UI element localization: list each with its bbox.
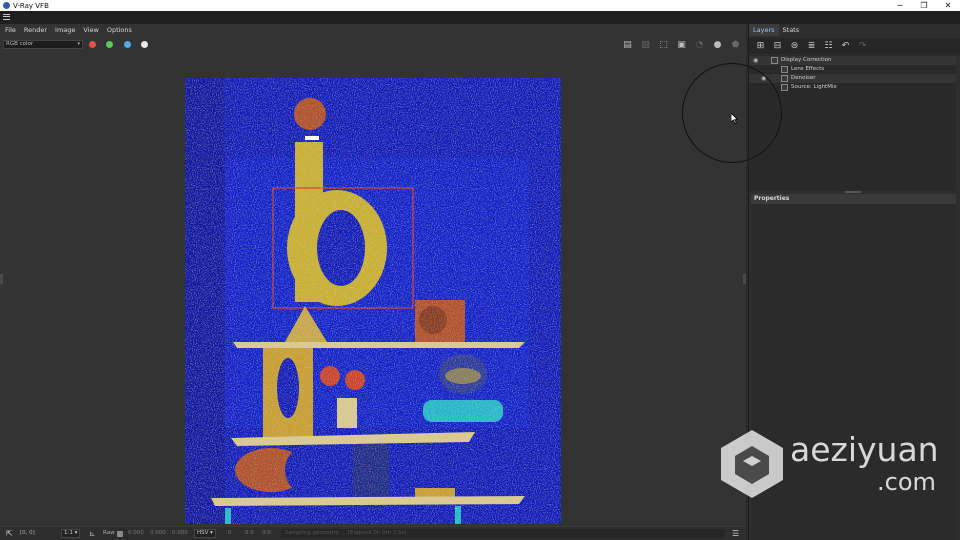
graph-icon[interactable]: ⊾ [89, 529, 96, 538]
color-space-select[interactable]: HSV ▾ [194, 529, 216, 538]
zoom-value: 1:1 [64, 530, 73, 536]
pixel-coords: [0, 0] [20, 530, 35, 536]
close-button[interactable]: ✕ [936, 0, 960, 11]
list-icon[interactable]: ☷ [822, 41, 835, 51]
mode-label: Raw [103, 530, 115, 536]
hamburger-menu-icon[interactable] [3, 14, 10, 20]
raw-r: 0.000 [128, 530, 144, 536]
teapot-icon[interactable]: ◔ [693, 38, 706, 51]
status-bar: ⇱ [0, 0] 1:1 ▾ ⊾ Raw 0.000 0.000 0.000 H… [0, 526, 746, 540]
menu-image[interactable]: Image [50, 26, 78, 34]
hsv-v: 0.0 [262, 530, 271, 536]
layer-checkbox[interactable] [781, 84, 788, 91]
undo-icon[interactable]: ↶ [839, 41, 852, 51]
mono-channel-toggle[interactable] [141, 41, 148, 48]
properties-header: Properties [751, 194, 956, 204]
raw-b: 0.000 [172, 530, 188, 536]
render-tools: ▤ ▨ ⬚ ▣ ◔ ● ⬟ [621, 38, 742, 51]
stack-icon[interactable]: ≣ [805, 41, 818, 51]
stop-icon[interactable]: ⬟ [729, 38, 742, 51]
title-bar: V-Ray VFB ─ ❐ ✕ [0, 0, 960, 11]
chevron-down-icon: ▾ [77, 41, 80, 47]
tab-stats[interactable]: Stats [779, 24, 804, 36]
layer-label: Lens Effects [791, 66, 825, 72]
left-edge-handle[interactable] [0, 274, 3, 284]
watermark-text: aeziyuan [790, 430, 939, 469]
vray-app-icon [3, 2, 10, 9]
hsv-h: 0 [228, 530, 232, 536]
add-layer-icon[interactable]: ⊞ [754, 41, 767, 51]
hsv-s: 0.0 [245, 530, 254, 536]
frame-buffer-area: File Render Image View Options RGB color… [0, 24, 746, 540]
red-channel-toggle[interactable] [89, 41, 96, 48]
layer-row[interactable]: Source: LightMix [749, 83, 956, 92]
menu-view[interactable]: View [78, 26, 101, 34]
layer-label: Source: LightMix [791, 84, 837, 90]
clear-icon[interactable]: ▨ [639, 38, 652, 51]
save-layers-icon[interactable]: ⊟ [771, 41, 784, 51]
menu-bar: File Render Image View Options [0, 24, 746, 36]
layer-row[interactable]: ◉ Display Correction [749, 56, 956, 65]
green-channel-toggle[interactable] [106, 41, 113, 48]
layer-row[interactable]: ◉ Denoiser [749, 74, 956, 83]
render-icon[interactable]: ● [711, 38, 724, 51]
region-icon[interactable]: ⬚ [657, 38, 670, 51]
channel-select-value: RGB color [6, 41, 34, 47]
menu-file[interactable]: File [0, 26, 19, 34]
watermark-logo-icon [721, 430, 783, 498]
top-strip [0, 11, 960, 24]
panel-tabs: Layers Stats [749, 24, 803, 36]
watermark-subtext: .com [877, 468, 936, 496]
layer-label: Display Correction [781, 57, 832, 63]
window-title: V-Ray VFB [13, 1, 49, 10]
menu-options[interactable]: Options [102, 26, 135, 34]
layer-toolbar: ⊞ ⊟ ⊜ ≣ ☷ ↶ ↷ [749, 38, 960, 54]
restore-button[interactable]: ❐ [912, 0, 936, 11]
log-icon[interactable]: ☰ [732, 529, 739, 538]
layer-label: Denoiser [791, 75, 816, 81]
layer-row[interactable]: Lens Effects [749, 65, 956, 74]
render-viewport[interactable] [185, 78, 561, 524]
rendered-scene-image [185, 78, 561, 524]
save-icon[interactable]: ▤ [621, 38, 634, 51]
redo-icon[interactable]: ↷ [856, 41, 869, 51]
window-controls: ─ ❐ ✕ [888, 0, 960, 11]
layer-checkbox[interactable] [781, 66, 788, 73]
channel-select[interactable]: RGB color ▾ [3, 40, 83, 49]
color-swatch [117, 531, 123, 537]
panel-splitter[interactable] [845, 191, 861, 193]
zoom-select[interactable]: 1:1 ▾ [61, 529, 81, 538]
eye-icon[interactable]: ◉ [753, 56, 758, 65]
menu-render[interactable]: Render [19, 26, 50, 34]
right-edge-handle[interactable] [743, 274, 746, 284]
raw-g: 0.000 [150, 530, 166, 536]
blue-channel-toggle[interactable] [124, 41, 131, 48]
color-space-value: HSV [197, 530, 209, 536]
layer-checkbox[interactable] [781, 75, 788, 82]
mouse-pointer-icon [731, 113, 739, 124]
tab-layers[interactable]: Layers [749, 24, 779, 36]
pick-icon[interactable]: ⇱ [6, 529, 13, 538]
vfb-toolbar: RGB color ▾ ▤ ▨ ⬚ ▣ ◔ ● ⬟ [0, 38, 746, 52]
render-progress-message: Sampling geometry ... [Elapsed 0h 0m 3.5… [281, 529, 725, 538]
frame-icon[interactable]: ▣ [675, 38, 688, 51]
load-layers-icon[interactable]: ⊜ [788, 41, 801, 51]
minimize-button[interactable]: ─ [888, 0, 912, 11]
layer-checkbox[interactable] [771, 57, 778, 64]
watermark: aeziyuan .com [715, 428, 955, 502]
